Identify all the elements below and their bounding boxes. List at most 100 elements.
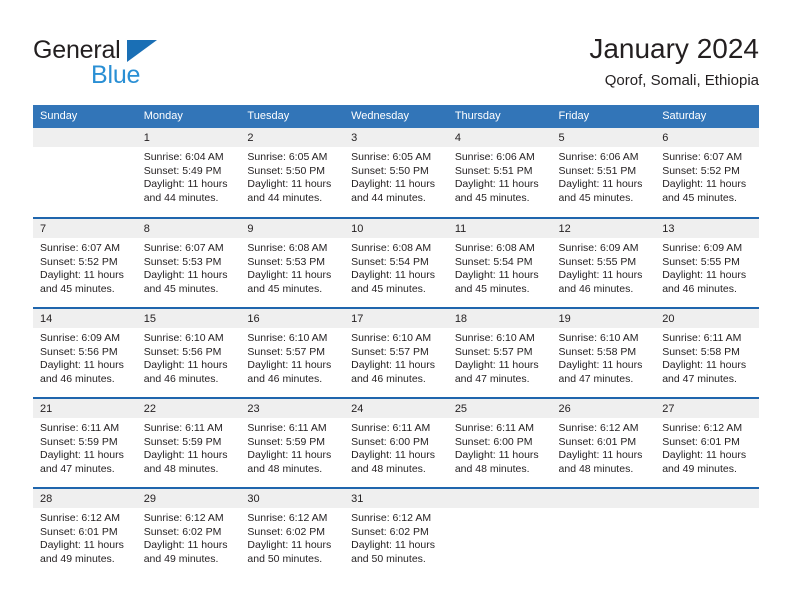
daylight-text-line2: and 45 minutes. (351, 282, 426, 295)
daylight-text-line1: Daylight: 11 hours (662, 269, 747, 281)
calendar-day-cell[interactable]: 16 Sunrise: 6:10 AM Sunset: 5:57 PM Dayligh… (240, 307, 345, 398)
day-sun-info: Sunrise: 6:10 AM Sunset: 5:56 PM Daylight:… (137, 328, 241, 386)
daylight-text-line2: and 46 minutes. (351, 372, 426, 385)
sunset-text: Sunset: 5:50 PM (351, 164, 429, 177)
daylight-text-line2: and 47 minutes. (454, 372, 530, 385)
calendar-day-cell[interactable]: 17 Sunrise: 6:10 AM Sunset: 5:57 PM Dayligh… (344, 307, 448, 398)
day-number: 4 (447, 128, 552, 147)
calendar-day-cell[interactable]: 20 Sunrise: 6:11 AM Sunset: 5:58 PM Dayligh… (655, 307, 759, 398)
calendar-day-cell[interactable]: 13 Sunrise: 6:09 AM Sunset: 5:55 PM Dayligh… (655, 217, 759, 308)
day-sun-info: Sunrise: 6:11 AM Sunset: 6:00 PM Daylight:… (448, 418, 552, 476)
daylight-text-line2: and 45 minutes. (662, 191, 737, 204)
day-sun-info: Sunrise: 6:11 AM Sunset: 5:59 PM Daylight:… (240, 418, 344, 476)
column-header-wednesday: Wednesday (344, 105, 448, 128)
sunrise-text: Sunrise: 6:11 AM (351, 422, 431, 434)
title-block: January 2024 Qorof, Somali, Ethiopia (589, 32, 759, 92)
calendar-day-cell[interactable]: 1 Sunrise: 6:04 AM Sunset: 5:49 PM Daylight… (136, 128, 241, 218)
daylight-text-line1: Daylight: 11 hours (558, 359, 643, 371)
day-number: 3 (344, 128, 448, 147)
day-number: 2 (240, 128, 345, 147)
sunset-text: Sunset: 5:56 PM (40, 345, 118, 358)
day-number: 8 (136, 219, 241, 238)
calendar-day-cell[interactable]: 26 Sunrise: 6:12 AM Sunset: 6:01 PM Dayligh… (551, 397, 656, 488)
daylight-text-line2: and 46 minutes. (558, 282, 634, 295)
day-number: 28 (33, 489, 137, 508)
sunset-text: Sunset: 6:02 PM (143, 525, 222, 538)
calendar-day-cell[interactable]: 10 Sunrise: 6:08 AM Sunset: 5:54 PM Dayligh… (344, 217, 448, 308)
daylight-text-line1: Daylight: 11 hours (247, 359, 332, 371)
calendar-week-row: 7 Sunrise: 6:07 AM Sunset: 5:52 PM Daylight… (33, 217, 759, 308)
calendar-day-cell[interactable]: 2 Sunrise: 6:05 AM Sunset: 5:50 PM Daylight… (240, 128, 345, 218)
sunrise-text: Sunrise: 6:12 AM (351, 512, 432, 524)
daylight-text-line2: and 44 minutes. (143, 191, 219, 204)
calendar-day-cell[interactable]: 9 Sunrise: 6:08 AM Sunset: 5:53 PM Daylight… (240, 217, 345, 308)
day-number: 22 (136, 399, 241, 418)
calendar-day-cell[interactable]: 25 Sunrise: 6:11 AM Sunset: 6:00 PM Dayligh… (447, 397, 552, 488)
daylight-text-line2: and 47 minutes. (558, 372, 634, 385)
day-sun-info: Sunrise: 6:11 AM Sunset: 6:00 PM Daylight:… (344, 418, 448, 476)
day-sun-info: Sunrise: 6:05 AM Sunset: 5:50 PM Daylight:… (344, 147, 448, 205)
calendar-day-cell[interactable]: 19 Sunrise: 6:10 AM Sunset: 5:58 PM Dayligh… (551, 307, 656, 398)
calendar-day-cell[interactable]: 5 Sunrise: 6:06 AM Sunset: 5:51 PM Daylight… (551, 128, 656, 218)
day-number: 30 (240, 489, 345, 508)
daylight-text-line2: and 50 minutes. (351, 552, 426, 565)
calendar-day-cell[interactable]: 14 Sunrise: 6:09 AM Sunset: 5:56 PM Dayligh… (33, 307, 137, 398)
daylight-text-line1: Daylight: 11 hours (558, 449, 643, 461)
calendar-day-cell[interactable]: 3 Sunrise: 6:05 AM Sunset: 5:50 PM Daylight… (344, 128, 448, 218)
calendar-empty-cell (655, 487, 759, 578)
calendar-day-cell[interactable]: 12 Sunrise: 6:09 AM Sunset: 5:55 PM Dayligh… (551, 217, 656, 308)
column-header-monday: Monday (136, 105, 241, 128)
column-header-thursday: Thursday (447, 105, 552, 128)
sunrise-text: Sunrise: 6:10 AM (454, 332, 535, 344)
calendar-day-cell[interactable]: 8 Sunrise: 6:07 AM Sunset: 5:53 PM Daylight… (136, 217, 241, 308)
day-sun-info: Sunrise: 6:12 AM Sunset: 6:01 PM Daylight:… (655, 418, 759, 476)
daylight-text-line1: Daylight: 11 hours (40, 449, 124, 461)
calendar-day-cell[interactable]: 29 Sunrise: 6:12 AM Sunset: 6:02 PM Dayligh… (136, 487, 241, 578)
day-number: 1 (136, 128, 241, 147)
sunrise-text: Sunrise: 6:12 AM (40, 512, 120, 524)
calendar-day-cell[interactable]: 23 Sunrise: 6:11 AM Sunset: 5:59 PM Dayligh… (240, 397, 345, 488)
calendar-day-cell[interactable]: 7 Sunrise: 6:07 AM Sunset: 5:52 PM Daylight… (33, 217, 137, 308)
daylight-text-line1: Daylight: 11 hours (143, 269, 228, 281)
calendar-day-cell[interactable]: 28 Sunrise: 6:12 AM Sunset: 6:01 PM Dayligh… (33, 487, 137, 578)
sunrise-text: Sunrise: 6:12 AM (558, 422, 639, 434)
sunset-text: Sunset: 5:52 PM (40, 255, 118, 268)
page-header: General Blue January 2024 Qorof, Somali,… (33, 32, 759, 94)
daylight-text-line1: Daylight: 11 hours (662, 178, 747, 190)
daylight-text-line1: Daylight: 11 hours (247, 539, 332, 551)
day-number: 26 (551, 399, 656, 418)
calendar-empty-cell (551, 487, 656, 578)
day-number: 5 (551, 128, 656, 147)
day-sun-info: Sunrise: 6:09 AM Sunset: 5:56 PM Daylight:… (33, 328, 137, 386)
day-sun-info: Sunrise: 6:10 AM Sunset: 5:57 PM Daylight:… (448, 328, 552, 386)
logo-text-general: General (33, 36, 121, 64)
daylight-text-line1: Daylight: 11 hours (143, 539, 228, 551)
day-sun-info: Sunrise: 6:12 AM Sunset: 6:01 PM Daylight:… (33, 508, 137, 566)
sunrise-text: Sunrise: 6:11 AM (247, 422, 327, 434)
daylight-text-line1: Daylight: 11 hours (143, 359, 228, 371)
calendar-day-cell[interactable]: 31 Sunrise: 6:12 AM Sunset: 6:02 PM Dayligh… (344, 487, 448, 578)
day-sun-info: Sunrise: 6:10 AM Sunset: 5:58 PM Daylight:… (552, 328, 656, 386)
calendar-day-cell[interactable]: 18 Sunrise: 6:10 AM Sunset: 5:57 PM Dayligh… (447, 307, 552, 398)
day-sun-info: Sunrise: 6:10 AM Sunset: 5:57 PM Daylight:… (240, 328, 344, 386)
brand-logo[interactable]: General Blue (33, 36, 233, 92)
calendar-day-cell[interactable]: 4 Sunrise: 6:06 AM Sunset: 5:51 PM Daylight… (447, 128, 552, 218)
day-number: 17 (344, 309, 448, 328)
calendar-body: 1 Sunrise: 6:04 AM Sunset: 5:49 PM Daylight… (33, 128, 759, 578)
daylight-text-line1: Daylight: 11 hours (454, 449, 539, 461)
calendar-day-cell[interactable]: 15 Sunrise: 6:10 AM Sunset: 5:56 PM Dayligh… (136, 307, 241, 398)
page-title: January 2024 (589, 33, 759, 64)
sunset-text: Sunset: 6:01 PM (40, 525, 118, 538)
calendar-day-cell[interactable]: 22 Sunrise: 6:11 AM Sunset: 5:59 PM Dayligh… (136, 397, 241, 488)
calendar-day-cell[interactable]: 30 Sunrise: 6:12 AM Sunset: 6:02 PM Dayligh… (240, 487, 345, 578)
calendar-day-cell[interactable]: 6 Sunrise: 6:07 AM Sunset: 5:52 PM Daylight… (655, 128, 759, 218)
calendar-day-cell[interactable]: 11 Sunrise: 6:08 AM Sunset: 5:54 PM Dayligh… (447, 217, 552, 308)
daylight-text-line1: Daylight: 11 hours (247, 178, 332, 190)
calendar-day-cell[interactable]: 27 Sunrise: 6:12 AM Sunset: 6:01 PM Dayligh… (655, 397, 759, 488)
calendar-day-cell[interactable]: 24 Sunrise: 6:11 AM Sunset: 6:00 PM Dayligh… (344, 397, 448, 488)
logo-text-blue: Blue (91, 61, 141, 89)
sunrise-text: Sunrise: 6:10 AM (247, 332, 328, 344)
daylight-text-line2: and 50 minutes. (247, 552, 323, 565)
daylight-text-line1: Daylight: 11 hours (247, 269, 332, 281)
calendar-day-cell[interactable]: 21 Sunrise: 6:11 AM Sunset: 5:59 PM Dayligh… (33, 397, 137, 488)
